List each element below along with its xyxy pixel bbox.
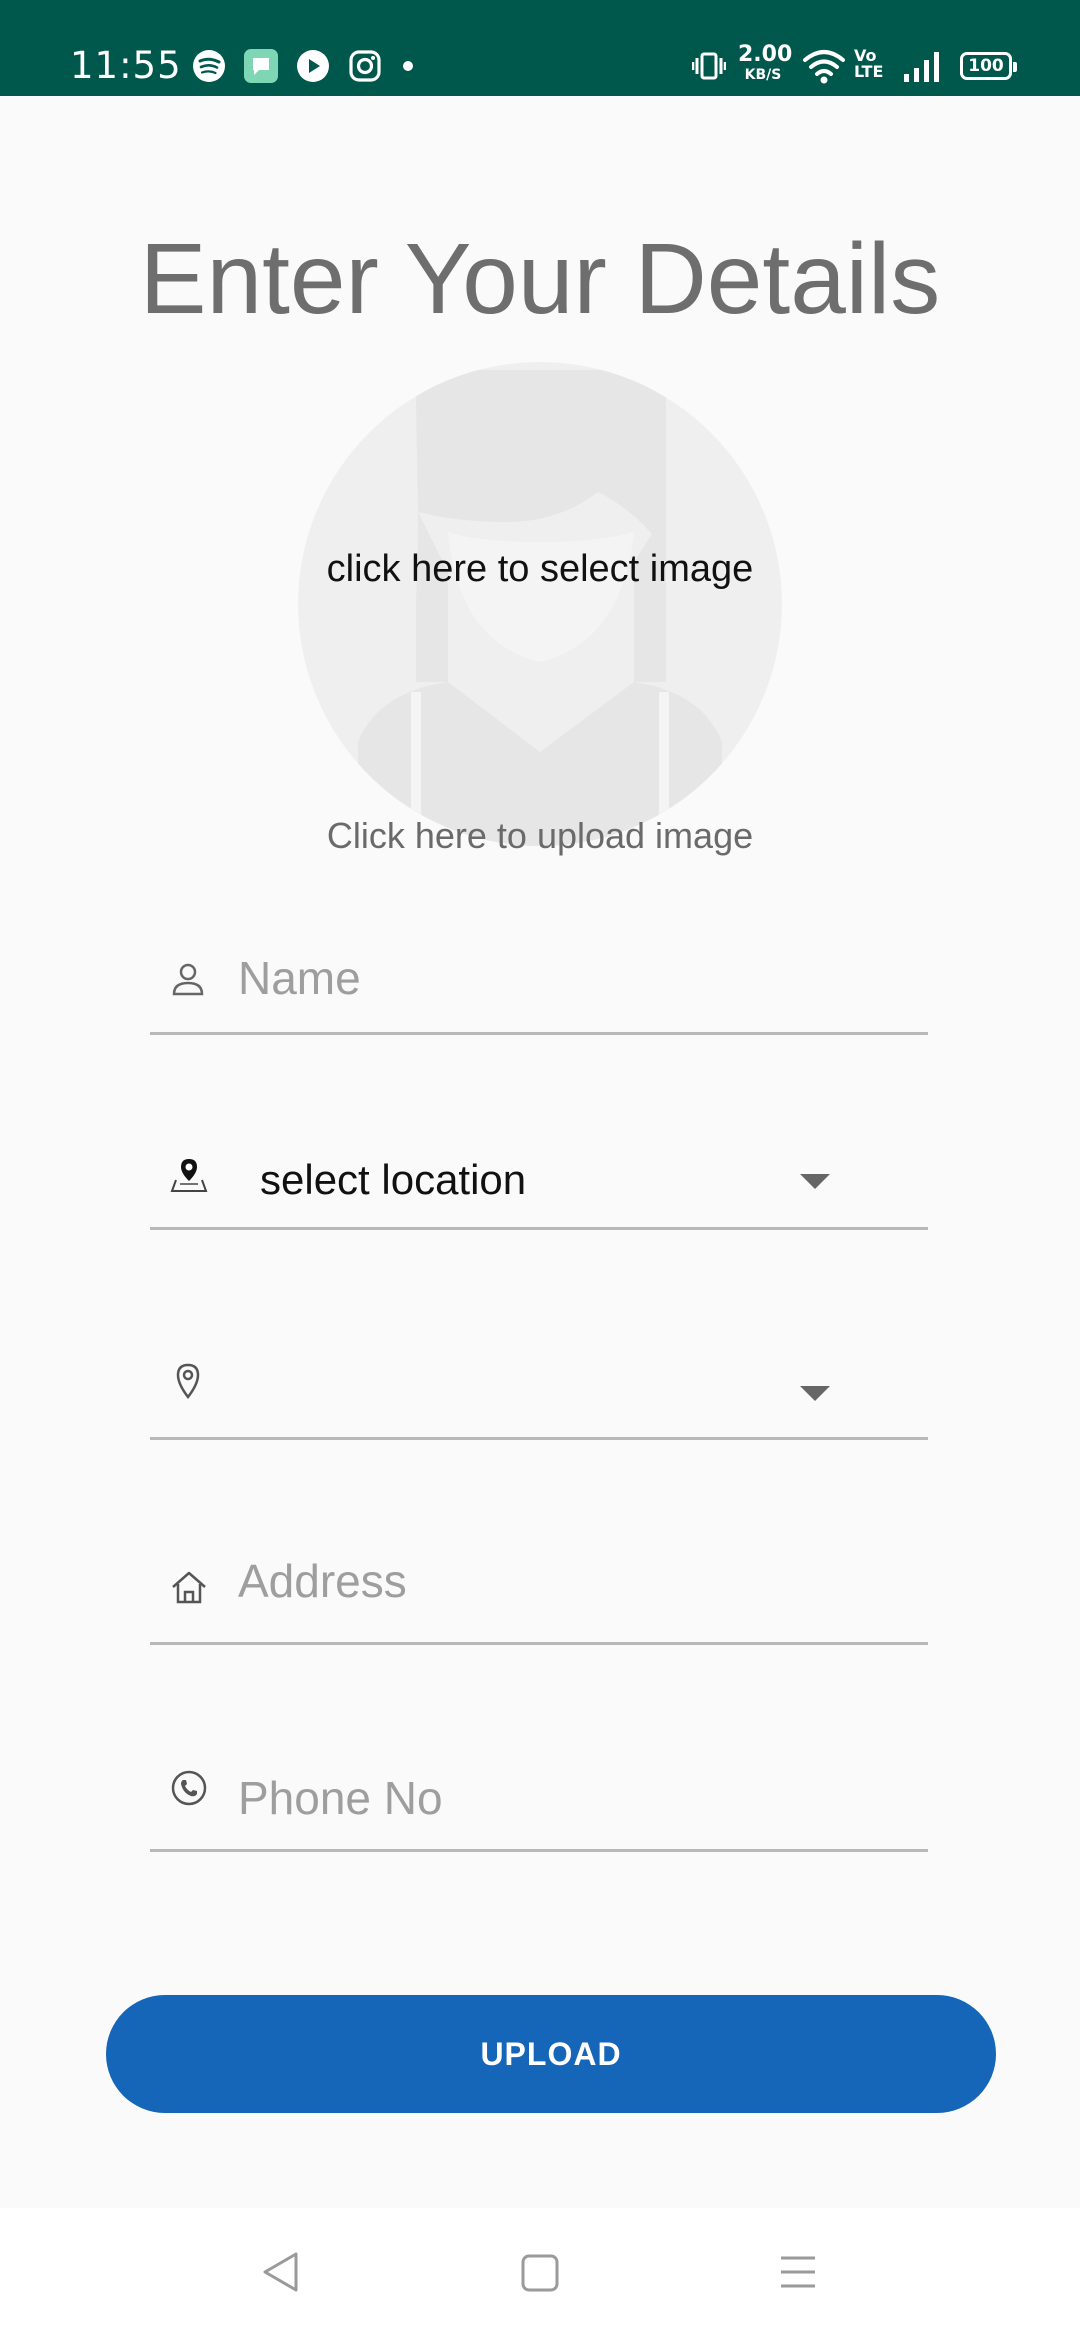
more-dot-icon [403,61,413,71]
chevron-down-icon [800,1174,830,1189]
back-icon[interactable] [260,2250,300,2294]
chevron-down-icon [800,1386,830,1401]
battery-icon: 100 [960,52,1017,80]
home-icon[interactable] [520,2250,560,2294]
instagram-icon [349,50,381,82]
address-field[interactable]: Address [150,1540,928,1645]
page-title: Enter Your Details [139,223,941,335]
person-icon [172,963,204,996]
signal-icon [904,52,939,82]
youtube-music-icon [297,50,329,82]
network-speed: 2.00 KB/S [738,42,793,83]
menu-icon[interactable] [778,2250,818,2294]
address-input[interactable]: Address [238,1554,407,1608]
name-field[interactable]: Name [150,935,928,1035]
vibrate-icon [692,52,726,80]
volte-indicator: Vo LTE [854,46,884,81]
status-bar: 11:55 2.00 KB/S Vo LTE 100 [0,0,1080,96]
home-icon [172,1571,206,1604]
navigation-bar [0,2208,1080,2340]
status-time: 11:55 [70,44,182,87]
upload-button[interactable]: UPLOAD [106,1995,996,2113]
wifi-icon [803,50,845,84]
name-input[interactable]: Name [238,951,361,1005]
avatar-placeholder-icon [298,362,782,846]
phone-input[interactable]: Phone No [238,1771,443,1825]
upload-image-link[interactable]: Click here to upload image [0,815,1080,857]
profile-image-picker[interactable]: click here to select image [298,362,782,846]
location-dropdown[interactable]: select location [150,1130,928,1230]
phone-icon [171,1770,207,1806]
spotify-icon [193,50,225,82]
location-pin-icon [176,1363,200,1400]
phone-field[interactable]: Phone No [150,1755,928,1852]
map-location-icon [170,1159,208,1192]
sublocation-dropdown[interactable] [150,1340,928,1440]
avatar-prompt: click here to select image [326,548,754,590]
chat-app-icon [244,49,278,83]
location-select-value: select location [260,1156,527,1203]
